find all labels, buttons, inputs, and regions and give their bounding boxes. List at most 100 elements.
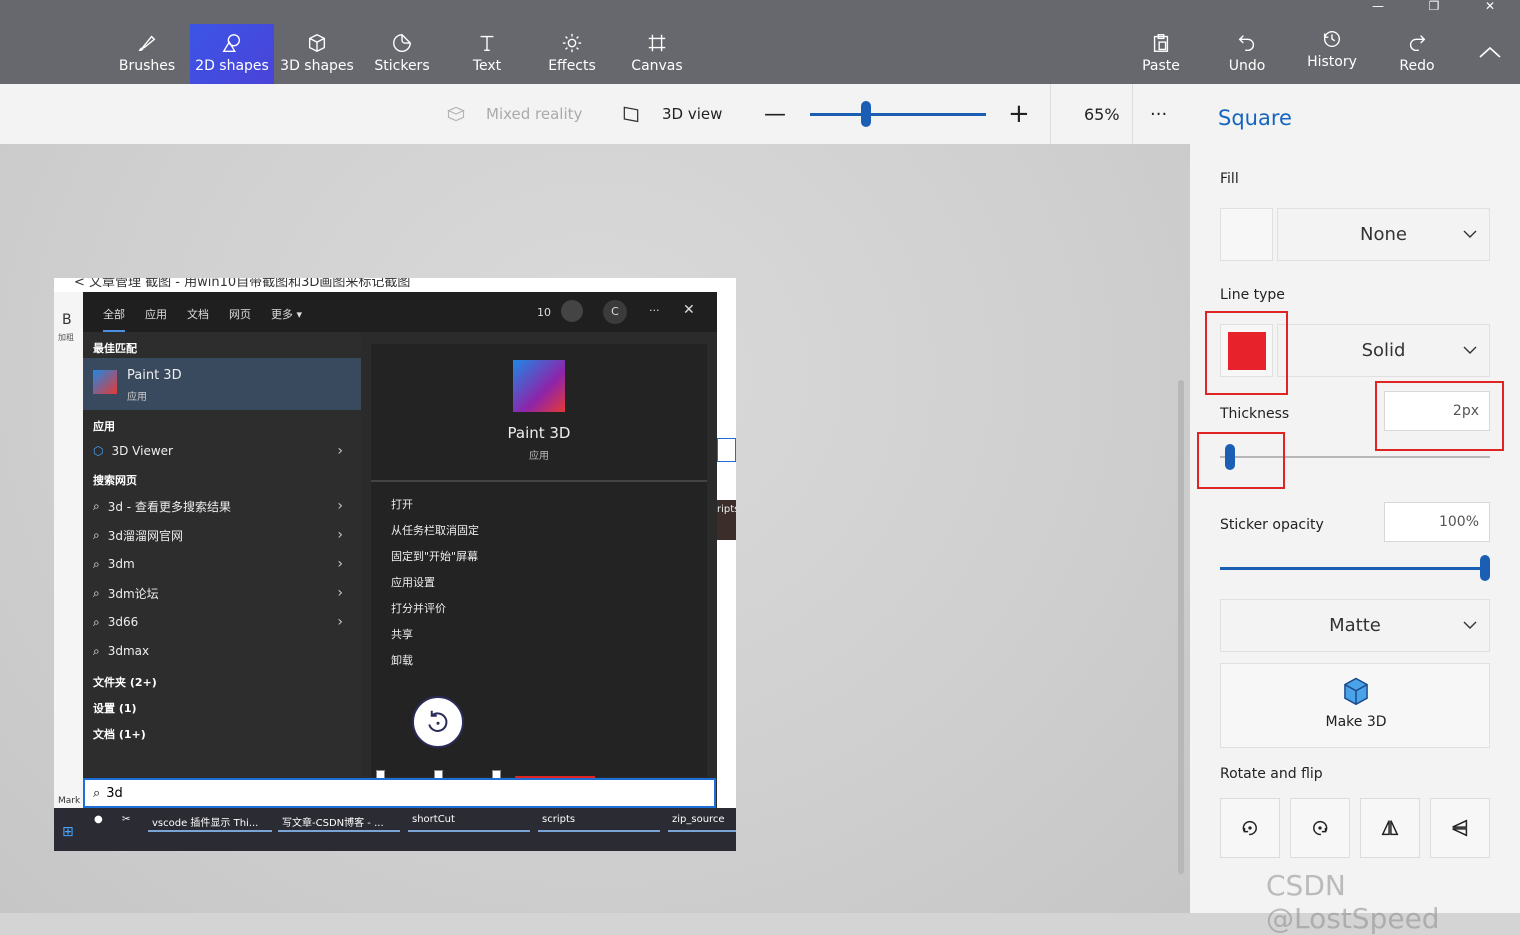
search-box: ⌕ 3d (83, 778, 716, 808)
undo-icon (1238, 35, 1255, 52)
list-item: 共享 (391, 628, 413, 641)
minimize-icon[interactable]: — (1358, 0, 1398, 13)
mixed-reality-icon (447, 106, 465, 122)
rotate-right-icon (1313, 820, 1328, 836)
maximize-icon[interactable]: ❐ (1414, 0, 1454, 13)
list-item: ⬡ 3D Viewer › (93, 443, 343, 459)
finish-dropdown[interactable]: Matte (1220, 599, 1490, 652)
chevron-down-icon (1463, 621, 1477, 629)
fill-color-swatch[interactable] (1220, 208, 1273, 261)
trophy-icon (561, 300, 583, 322)
effects-icon (562, 33, 582, 53)
stickers-icon (393, 34, 411, 52)
collapse-toolbar-icon[interactable] (1476, 42, 1504, 62)
zoom-slider[interactable] (810, 113, 986, 116)
tool-2d-shapes[interactable]: 2D shapes (190, 24, 274, 84)
highlight-box (1205, 311, 1288, 395)
list-item: ⌕ 3dmax (93, 643, 150, 659)
zoom-slider-thumb[interactable] (861, 101, 872, 127)
canvas-area[interactable]: < 文章管理 截图 - 用win10自带截图和3D画图来标记截图 B 加粗 ri… (0, 144, 1190, 913)
canvas-icon (648, 34, 666, 52)
tool-canvas[interactable]: Canvas (615, 24, 699, 84)
search-results-list: 最佳匹配 Paint 3D 应用 应用 ⬡ 3D Viewer › 搜索网页 ⌕ 3d… (83, 332, 361, 777)
paint3d-taskbar-icon: ● (94, 814, 103, 825)
list-item: ⌕ 3d - 查看更多搜索结果 › (93, 498, 343, 514)
text-icon (480, 35, 494, 52)
redo-button[interactable]: Redo (1375, 24, 1459, 84)
sticker-opacity-input[interactable]: 100% (1384, 502, 1490, 542)
zoom-level[interactable]: 65% (1084, 84, 1120, 144)
divider (1050, 84, 1051, 144)
sticker-opacity-label: Sticker opacity (1220, 517, 1324, 533)
paint3d-icon (93, 370, 117, 394)
tool-stickers[interactable]: Stickers (360, 24, 444, 84)
rotate-left-button[interactable] (1220, 798, 1280, 858)
mixed-reality-button: Mixed reality (446, 84, 582, 144)
image-side-field (717, 438, 736, 462)
flip-vertical-icon (1452, 819, 1468, 837)
history-button[interactable]: History (1290, 24, 1374, 84)
sticker-opacity-slider-thumb[interactable] (1480, 555, 1490, 581)
ellipsis-icon: ··· (649, 304, 660, 317)
tool-text[interactable]: Text (445, 24, 529, 84)
rotate-flip-label: Rotate and flip (1220, 766, 1323, 782)
line-type-dropdown[interactable]: Solid (1277, 324, 1490, 377)
list-item: 打开 (391, 498, 413, 511)
list-item: ⌕ 3dm › (93, 556, 343, 572)
start-menu-tabs: 全部 应用 文档 网页 更多 ▾ 10 C ··· ✕ (83, 292, 717, 332)
flip-horizontal-button[interactable] (1360, 798, 1420, 858)
start-menu: 全部 应用 文档 网页 更多 ▾ 10 C ··· ✕ 最佳匹配 Paint 3… (83, 292, 717, 810)
properties-panel: Square Fill None Line type Solid Thickne… (1190, 84, 1520, 913)
tool-3d-shapes[interactable]: 3D shapes (275, 24, 359, 84)
list-item: 卸载 (391, 654, 413, 667)
vertical-scrollbar[interactable] (1178, 380, 1184, 874)
more-options-button[interactable]: ··· (1150, 84, 1167, 144)
3d-view-button[interactable]: 3D view (620, 84, 722, 144)
list-item: ⌕ 3dm论坛 › (93, 585, 343, 601)
list-item: 应用设置 (391, 576, 435, 589)
3d-shapes-icon (308, 33, 326, 53)
zoom-in-button[interactable]: + (1008, 84, 1030, 144)
chevron-down-icon (1463, 230, 1477, 238)
list-item: 固定到"开始"屏幕 (391, 550, 479, 563)
brush-icon (138, 35, 156, 52)
rotate-handle[interactable] (412, 696, 464, 748)
flip-horizontal-icon (1381, 820, 1399, 836)
rotate-right-button[interactable] (1290, 798, 1350, 858)
view-bar: Mixed reality 3D view — + 65% ··· (0, 84, 1190, 144)
thickness-label: Thickness (1220, 406, 1290, 422)
list-item: 从任务栏取消固定 (391, 524, 479, 537)
tool-brushes[interactable]: Brushes (105, 24, 189, 84)
paste-button[interactable]: Paste (1119, 24, 1203, 84)
image-title-strip: < 文章管理 截图 - 用win10自带截图和3D画图来标记截图 (74, 278, 411, 290)
windows-start-icon: ⊞ (62, 824, 74, 840)
canvas-image: < 文章管理 截图 - 用win10自带截图和3D画图来标记截图 B 加粗 ri… (54, 278, 736, 851)
watermark: CSDN @LostSpeed (1266, 869, 1440, 935)
search-icon: ⌕ (93, 785, 101, 801)
flip-vertical-button[interactable] (1430, 798, 1490, 858)
make-3d-button[interactable]: Make 3D (1220, 663, 1490, 748)
history-icon (1323, 30, 1341, 48)
fill-dropdown[interactable]: None (1277, 208, 1490, 261)
list-item: ⌕ 3d66 › (93, 614, 343, 630)
rotate-icon (428, 710, 448, 732)
sticker-opacity-slider[interactable] (1220, 567, 1490, 570)
snip-taskbar-icon: ✂ (122, 814, 131, 825)
tool-effects[interactable]: Effects (530, 24, 614, 84)
undo-button[interactable]: Undo (1205, 24, 1289, 84)
list-item: 打分并评价 (391, 602, 446, 615)
divider (1132, 84, 1133, 144)
paste-icon (1153, 34, 1169, 52)
close-icon: ✕ (683, 302, 695, 318)
image-left-strip: B 加粗 (54, 292, 84, 851)
list-item: ⌕ 3d溜溜网官网 › (93, 527, 343, 543)
image-side-label: ripts (717, 500, 736, 540)
redo-icon (1409, 35, 1426, 52)
fill-label: Fill (1220, 171, 1239, 187)
zoom-out-button[interactable]: — (764, 84, 786, 144)
taskbar: ⊞ ● ✂ vscode 插件显示 Thi... 写文章-CSDN博客 - ..… (54, 808, 736, 851)
main-toolbar: — ❐ ✕ Brushes 2D shapes 3D shapes Sticke… (0, 0, 1520, 84)
cube-icon (1344, 677, 1368, 706)
2d-shapes-icon (222, 34, 241, 52)
close-window-icon[interactable]: ✕ (1470, 0, 1510, 13)
